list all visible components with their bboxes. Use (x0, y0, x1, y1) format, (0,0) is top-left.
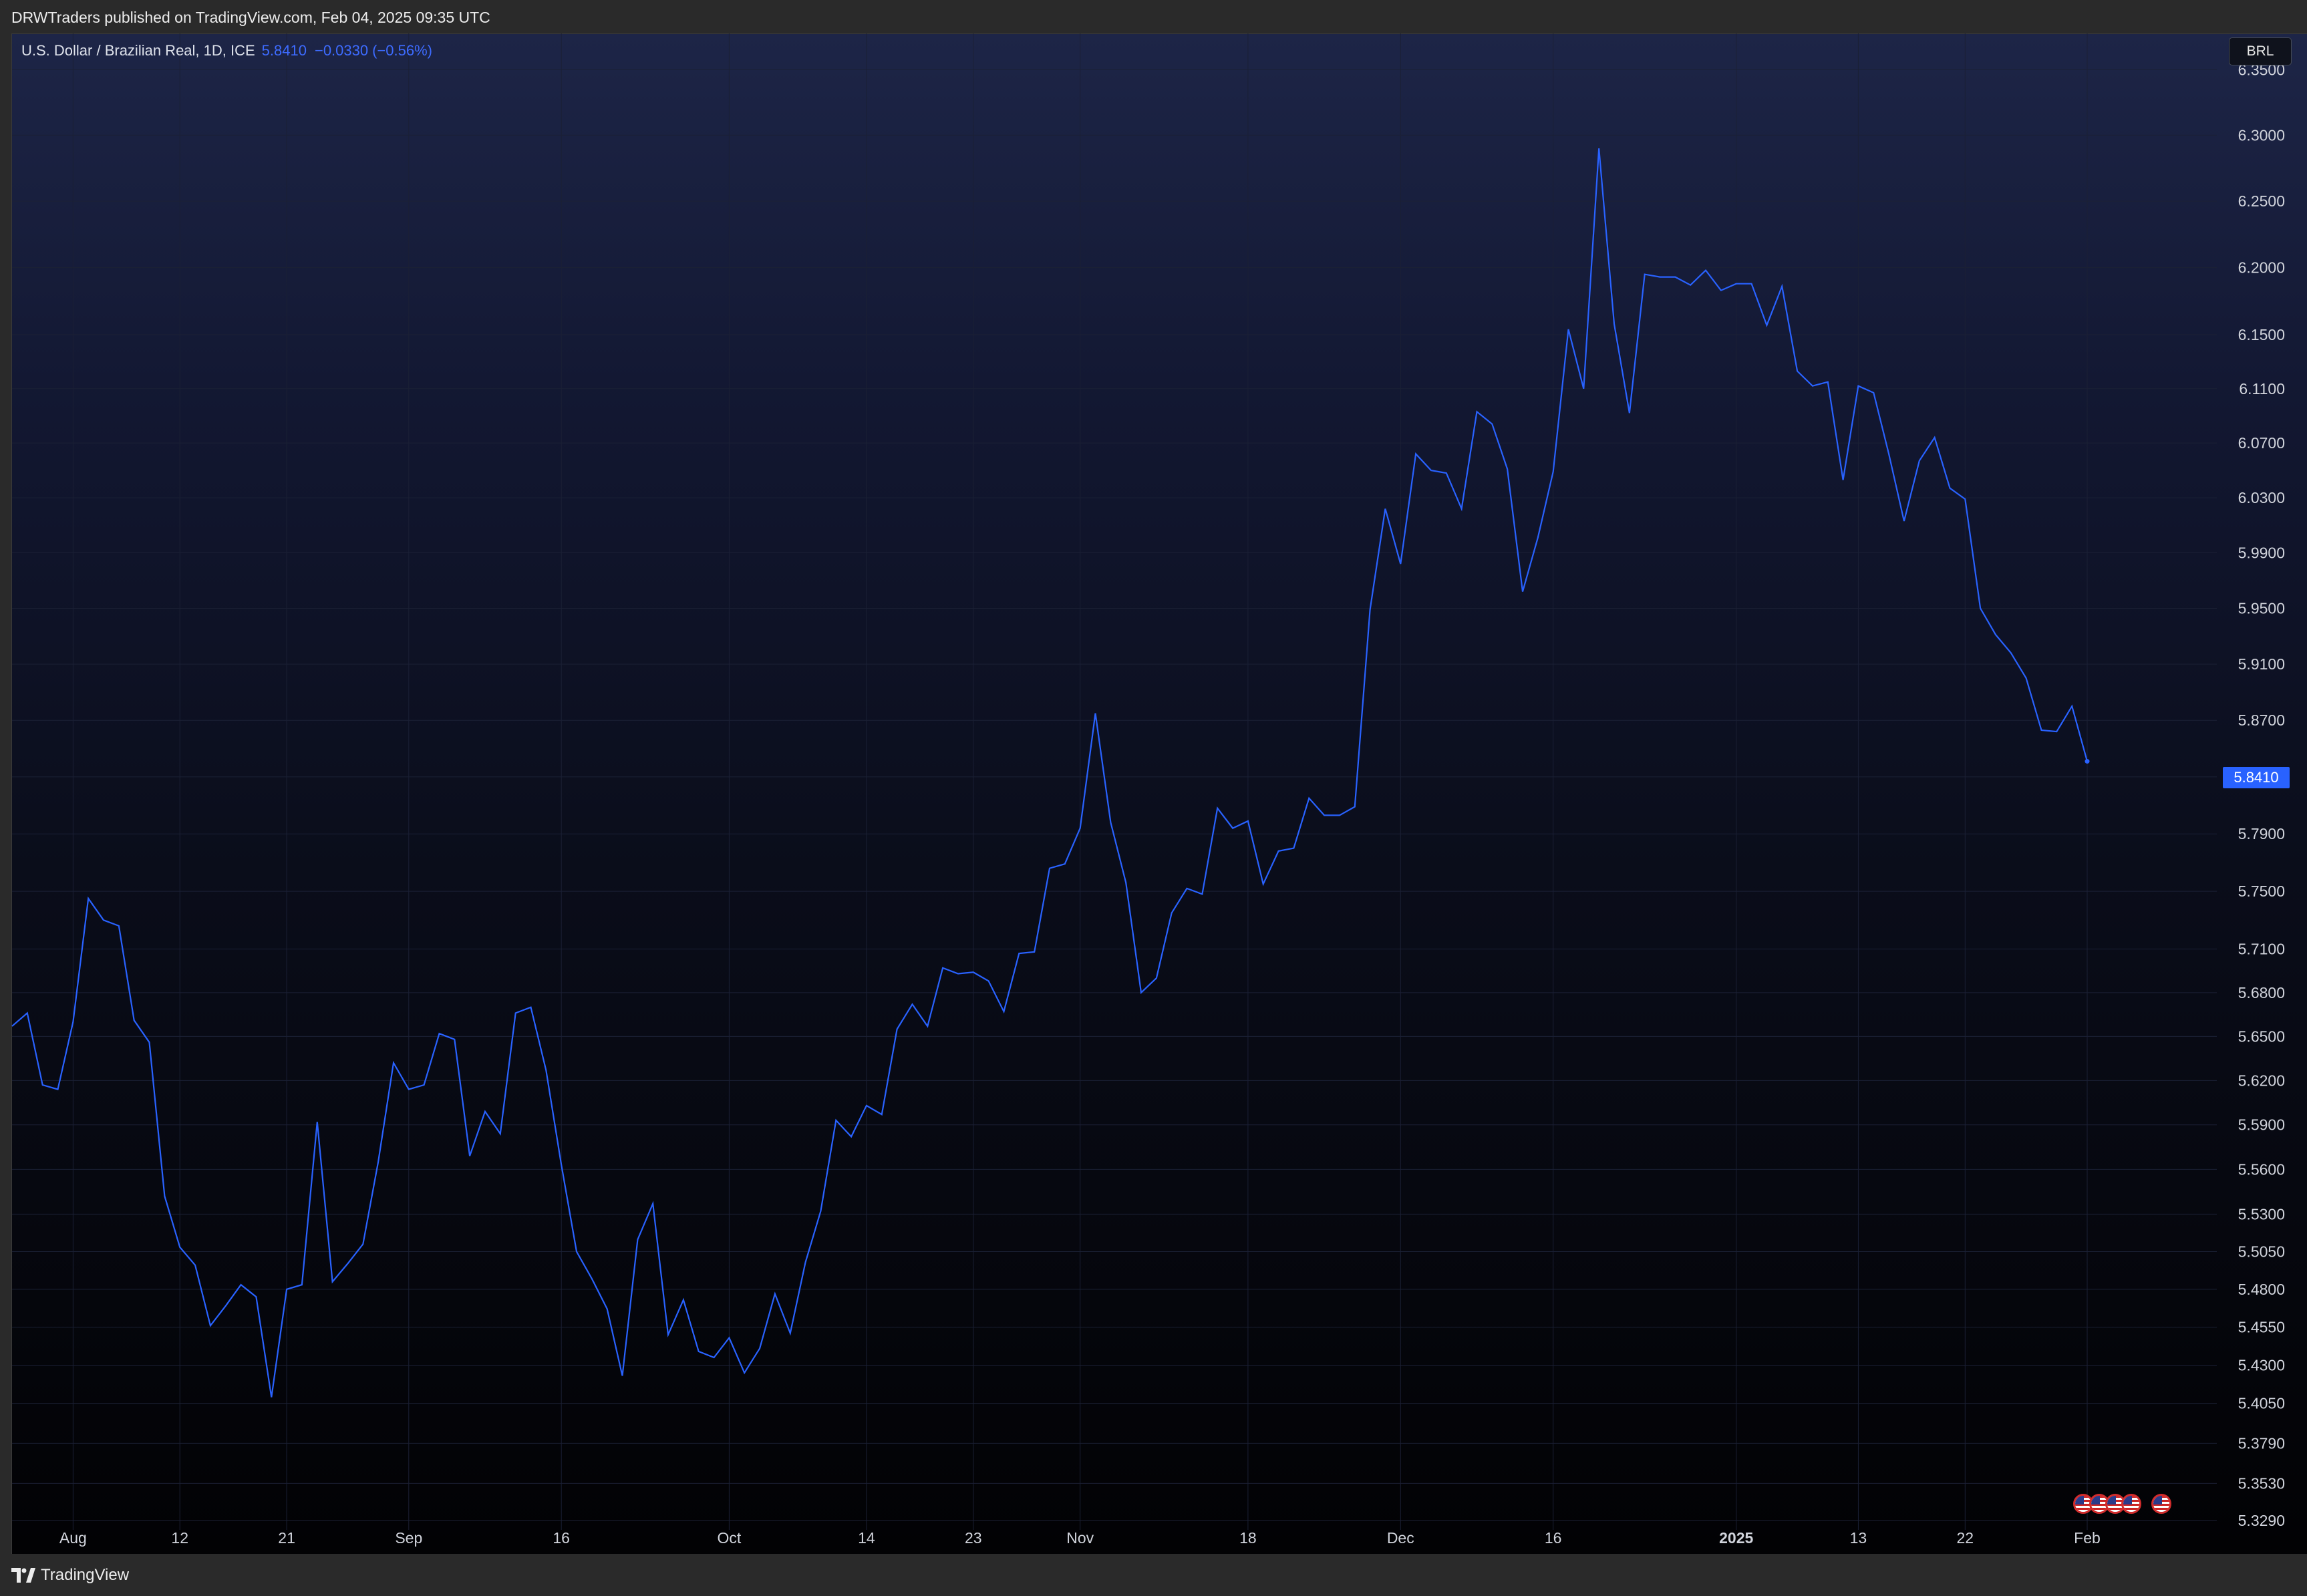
price-axis-tick-label: 5.3790 (2238, 1434, 2285, 1452)
time-axis-tick-label: 23 (965, 1529, 982, 1547)
price-axis-tick-label: 5.7500 (2238, 883, 2285, 900)
time-axis-tick-label: 16 (1545, 1529, 1562, 1547)
time-axis-tick-label: 16 (553, 1529, 570, 1547)
price-axis-tick-label: 5.5900 (2238, 1116, 2285, 1134)
price-axis-tick-label: 6.2500 (2238, 192, 2285, 210)
last-price-dot (2085, 759, 2090, 764)
price-axis-tick-label: 5.8700 (2238, 711, 2285, 729)
time-axis-tick-label: Feb (2074, 1529, 2101, 1547)
price-axis[interactable]: 6.35006.30006.25006.20006.15006.11006.07… (2238, 61, 2285, 1530)
price-axis-tick-label: 6.2000 (2238, 259, 2285, 277)
grid-lines (12, 33, 2217, 1530)
price-axis-tick-label: 5.4050 (2238, 1395, 2285, 1412)
tradingview-brand: TradingView (41, 1566, 130, 1584)
last-price-label: 5.8410 (2223, 767, 2290, 788)
price-axis-tick-label: 5.5300 (2238, 1205, 2285, 1223)
price-axis-tick-label: 5.9100 (2238, 655, 2285, 673)
price-axis-tick-label: 6.0700 (2238, 434, 2285, 452)
legend-change: −0.0330 (314, 42, 369, 59)
legend-last-value: 5.8410 (261, 42, 307, 59)
currency-button[interactable]: BRL (2229, 37, 2292, 65)
price-axis-tick-label: 5.5600 (2238, 1160, 2285, 1178)
price-axis-tick-label: 5.4300 (2238, 1356, 2285, 1374)
price-axis-tick-label: 5.6200 (2238, 1072, 2285, 1089)
price-axis-tick-label: 5.7900 (2238, 825, 2285, 842)
price-chart[interactable]: 6.35006.30006.25006.20006.15006.11006.07… (0, 0, 2307, 1554)
price-axis-tick-label: 5.9500 (2238, 600, 2285, 617)
us-flag-icon[interactable] (2151, 1494, 2171, 1514)
price-line-series (11, 148, 2089, 1398)
price-axis-tick-label: 5.3290 (2238, 1512, 2285, 1529)
price-axis-tick-label: 5.5050 (2238, 1243, 2285, 1261)
price-axis-tick-label: 6.1100 (2239, 380, 2285, 397)
time-axis-tick-label: 22 (1956, 1529, 1974, 1547)
time-axis-tick-label: 18 (1239, 1529, 1257, 1547)
time-axis-tick-label: 12 (171, 1529, 188, 1547)
price-axis-tick-label: 5.9900 (2238, 544, 2285, 562)
price-axis-tick-label: 5.4800 (2238, 1281, 2285, 1298)
time-axis-tick-label: Sep (395, 1529, 422, 1547)
price-axis-tick-label: 5.3530 (2238, 1474, 2285, 1492)
time-axis-tick-label: Oct (718, 1529, 742, 1547)
price-axis-tick-label: 5.6800 (2238, 984, 2285, 1001)
price-axis-tick-label: 5.4550 (2238, 1319, 2285, 1336)
time-axis-tick-label: 21 (278, 1529, 295, 1547)
time-axis-tick-label: Nov (1066, 1529, 1094, 1547)
tradingview-logo[interactable]: TradingView (11, 1565, 129, 1585)
time-axis-tick-label: 14 (858, 1529, 875, 1547)
legend-change-percent: (−0.56%) (372, 42, 432, 59)
time-axis[interactable]: Aug 12 21 Sep 16 Oct 14 23 Nov 18 Dec 16 2025 13 22 Feb (59, 1529, 2101, 1547)
symbol-description: U.S. Dollar / Brazilian Real, 1D, ICE (21, 42, 255, 59)
price-axis-tick-label: 6.1500 (2238, 326, 2285, 343)
time-axis-tick-label: 2025 (1719, 1529, 1753, 1547)
price-axis-tick-label: 6.0300 (2238, 489, 2285, 506)
price-axis-tick-label: 5.7100 (2238, 941, 2285, 958)
symbol-legend[interactable]: U.S. Dollar / Brazilian Real, 1D, ICE 5.8… (21, 42, 432, 59)
footer-bar (0, 1554, 2307, 1596)
time-axis-tick-label: Dec (1387, 1529, 1414, 1547)
us-flag-icon[interactable] (2121, 1494, 2141, 1514)
price-axis-tick-label: 5.6500 (2238, 1027, 2285, 1045)
time-axis-tick-label: 13 (1850, 1529, 1867, 1547)
tradingview-logo-icon (11, 1568, 35, 1583)
time-axis-tick-label: Aug (59, 1529, 87, 1547)
price-axis-tick-label: 6.3000 (2238, 126, 2285, 144)
